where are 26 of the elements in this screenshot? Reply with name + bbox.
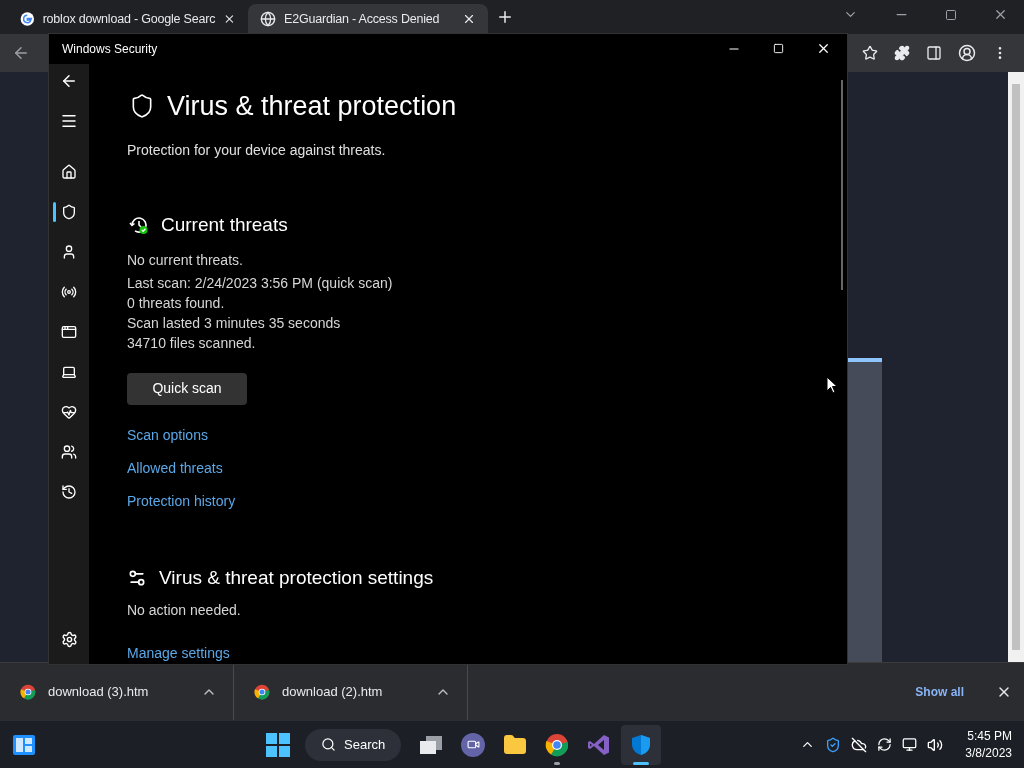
tab-title: E2Guardian - Access Denied [284,10,441,28]
download-name: download (3).htm [48,682,150,701]
quick-scan-button[interactable]: Quick scan [127,372,247,405]
clock-date: 3/8/2023 [965,744,1012,762]
clock-time: 5:45 PM [967,727,1012,745]
status-line: No current threats. [127,250,244,270]
link[interactable]: Scan options [127,424,208,446]
page-title: Virus & threat protection [167,89,457,123]
page-subtitle: Protection for your device against threats. [127,141,387,160]
link[interactable]: Protection history [127,490,236,512]
status-line: No action needed. [127,601,242,620]
section-title: Current threats [161,213,288,237]
show-all-link[interactable]: Show all [915,682,964,701]
link[interactable]: Manage settings [127,643,230,664]
section-title: Virus & threat protection settings [159,565,434,590]
status-line: Scan lasted 3 minutes 35 seconds [127,313,342,333]
link[interactable]: Allowed threats [127,457,223,479]
status-line: 0 threats found. [127,293,226,313]
download-name: download (2).htm [282,682,384,701]
search-button[interactable]: Search [305,728,402,761]
status-line: 34710 files scanned. [127,333,257,353]
browser-tab[interactable]: roblox download - Google Searc [8,4,248,34]
status-line: Last scan: 2/24/2023 3:56 PM (quick scan) [127,273,394,293]
tab-title: roblox download - Google Searc [42,10,216,28]
window-title: Windows Security [62,40,159,58]
browser-tab[interactable]: E2Guardian - Access Denied [248,4,488,34]
